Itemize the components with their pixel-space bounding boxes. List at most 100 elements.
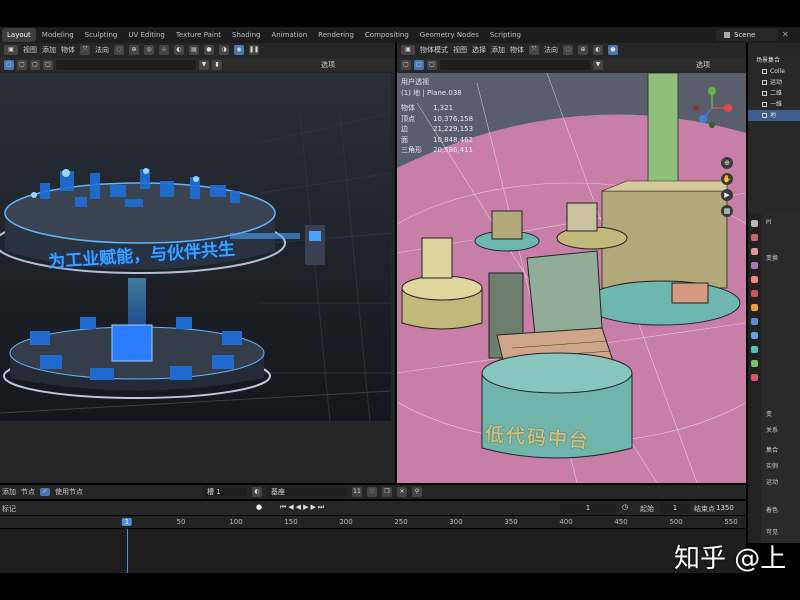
material-icon[interactable]: ◐ <box>252 487 262 497</box>
data-tab-icon[interactable] <box>751 360 758 367</box>
pivot-icon-right[interactable]: ◌ <box>563 45 573 55</box>
outliner-item[interactable]: Colle <box>748 66 800 77</box>
modifier-tab-icon[interactable] <box>751 318 758 325</box>
timeline-ruler[interactable]: 1 50 100 150 200 250 300 350 400 450 500 550 <box>0 516 746 528</box>
marker-label[interactable]: 标记 <box>2 504 16 514</box>
bookmark-icon[interactable]: ▮ <box>212 59 222 70</box>
current-frame-field[interactable]: 1 <box>560 503 616 513</box>
visibility-checkbox[interactable] <box>762 80 767 85</box>
tab-texture-paint[interactable]: Texture Paint <box>171 28 226 42</box>
visibility-checkbox[interactable] <box>762 102 767 107</box>
pivot-icon[interactable]: ◌ <box>114 45 124 55</box>
menu-object[interactable]: 物体 <box>61 45 75 55</box>
start-frame-field[interactable]: 1 <box>660 503 690 513</box>
xray-icon[interactable]: ▤ <box>189 45 199 55</box>
solid-viewport[interactable]: 用户透视 (1) 地 | Plane.038 物体 1,321 顶点 10,376,1… <box>397 73 746 483</box>
editor-type-icon[interactable]: ▣ <box>4 45 18 55</box>
select-box-icon[interactable]: ▢ <box>4 59 14 70</box>
select-mode-1-icon[interactable]: ▢ <box>17 59 27 70</box>
tab-sculpting[interactable]: Sculpting <box>80 28 123 42</box>
particles-tab-icon[interactable] <box>751 332 758 339</box>
left-search-input[interactable] <box>56 59 196 70</box>
tab-uv-editing[interactable]: UV Editing <box>123 28 170 42</box>
snap-icon[interactable]: ⊕ <box>129 45 139 55</box>
outliner-item[interactable]: 一维 <box>748 99 800 110</box>
tool-tab-icon[interactable] <box>751 220 758 227</box>
properties-subpanel[interactable]: 实例 <box>766 461 778 470</box>
properties-subpanel[interactable]: 运动 <box>766 477 778 486</box>
record-icon[interactable]: ● <box>256 503 262 511</box>
tab-animation[interactable]: Animation <box>266 28 312 42</box>
tab-shading[interactable]: Shading <box>227 28 265 42</box>
render-pause-icon[interactable]: ❚❚ <box>249 45 260 55</box>
material-name-field[interactable]: 基座 <box>267 487 347 497</box>
select-mode-2-icon-right[interactable]: ▢ <box>427 59 437 70</box>
tab-compositing[interactable]: Compositing <box>360 28 414 42</box>
use-nodes-checkbox[interactable]: ✓ <box>40 488 50 496</box>
select-box-icon-right[interactable]: ▢ <box>401 59 411 70</box>
zoom-icon[interactable]: ⊕ <box>721 157 733 169</box>
scene-selector[interactable]: Scene <box>716 29 778 41</box>
menu-object-right[interactable]: 物体 <box>510 45 524 55</box>
visibility-checkbox[interactable] <box>762 69 767 74</box>
properties-object-name[interactable]: Pl <box>766 219 771 226</box>
menu-add-right[interactable]: 添加 <box>491 45 505 55</box>
pin-icon[interactable]: ⚲ <box>412 487 422 497</box>
properties-section-transform[interactable]: 变换 <box>766 253 778 262</box>
properties-subpanel[interactable]: 集合 <box>766 445 778 454</box>
menu-node[interactable]: 节点 <box>21 487 35 497</box>
menu-view[interactable]: 视图 <box>23 45 37 55</box>
properties-subpanel[interactable]: 关系 <box>766 425 778 434</box>
overlay-icon[interactable]: ◐ <box>174 45 184 55</box>
tab-geometry-nodes[interactable]: Geometry Nodes <box>415 28 484 42</box>
orientation-dropdown-right[interactable]: 法向 <box>544 45 558 55</box>
tab-scripting[interactable]: Scripting <box>485 28 526 42</box>
user-count[interactable]: 11 <box>352 487 362 497</box>
outliner-item[interactable]: 二维 <box>748 88 800 99</box>
select-mode-2-icon[interactable]: ▢ <box>30 59 40 70</box>
right-options-menu[interactable]: 选项 <box>696 60 710 70</box>
tab-rendering[interactable]: Rendering <box>313 28 359 42</box>
menu-add[interactable]: 添加 <box>42 45 56 55</box>
duplicate-icon[interactable]: ❐ <box>382 487 392 497</box>
snap-icon-right[interactable]: ⊕ <box>578 45 588 55</box>
timeline-track[interactable] <box>0 529 746 573</box>
outliner-title[interactable]: 场景集合 <box>748 55 800 66</box>
menu-view-right[interactable]: 视图 <box>453 45 467 55</box>
transform-orientation-icon[interactable]: ⤧ <box>80 45 90 55</box>
overlay-icon-right[interactable]: ◐ <box>593 45 603 55</box>
unlink-icon[interactable]: ✕ <box>397 487 407 497</box>
shading-material-icon[interactable]: ◑ <box>219 45 229 55</box>
shading-render-icon[interactable]: ◉ <box>234 45 244 55</box>
filter-icon[interactable]: ▼ <box>199 59 209 70</box>
physics-tab-icon[interactable] <box>751 346 758 353</box>
filter-icon-right[interactable]: ▼ <box>593 59 603 70</box>
output-tab-icon[interactable] <box>751 248 758 255</box>
grid-icon[interactable]: ▦ <box>721 205 733 217</box>
shading-solid-icon[interactable]: ● <box>204 45 214 55</box>
outliner-item[interactable]: 地 <box>748 110 800 121</box>
properties-subpanel[interactable]: 可见 <box>766 527 778 536</box>
material-tab-icon[interactable] <box>751 374 758 381</box>
right-search-input[interactable] <box>440 59 590 70</box>
render-tab-icon[interactable] <box>751 234 758 241</box>
end-frame-field[interactable]: 1350 <box>716 504 734 512</box>
left-options-menu[interactable]: 选项 <box>321 60 335 70</box>
properties-subpanel[interactable]: 着色 <box>766 505 778 514</box>
playback-controls[interactable]: ⏮◀◀▶▶⏭ <box>280 503 326 512</box>
playhead[interactable] <box>127 529 128 573</box>
editor-type-icon-right[interactable]: ▣ <box>401 45 415 55</box>
object-tab-icon[interactable] <box>751 304 758 311</box>
mode-dropdown[interactable]: 物体模式 <box>420 45 448 55</box>
select-mode-3-icon[interactable]: ▢ <box>43 59 53 70</box>
slot-dropdown[interactable]: 槽 1 <box>203 487 247 497</box>
orientation-icon-right[interactable]: ⤧ <box>529 45 539 55</box>
orientation-dropdown[interactable]: 法向 <box>95 45 109 55</box>
fake-user-icon[interactable]: ♡ <box>367 487 377 497</box>
camera-icon[interactable]: ▶ <box>721 189 733 201</box>
world-tab-icon[interactable] <box>751 290 758 297</box>
visibility-checkbox[interactable] <box>762 91 767 96</box>
visibility-checkbox[interactable] <box>762 113 767 118</box>
tab-layout[interactable]: Layout <box>2 28 36 42</box>
view-layer-tab-icon[interactable] <box>751 262 758 269</box>
